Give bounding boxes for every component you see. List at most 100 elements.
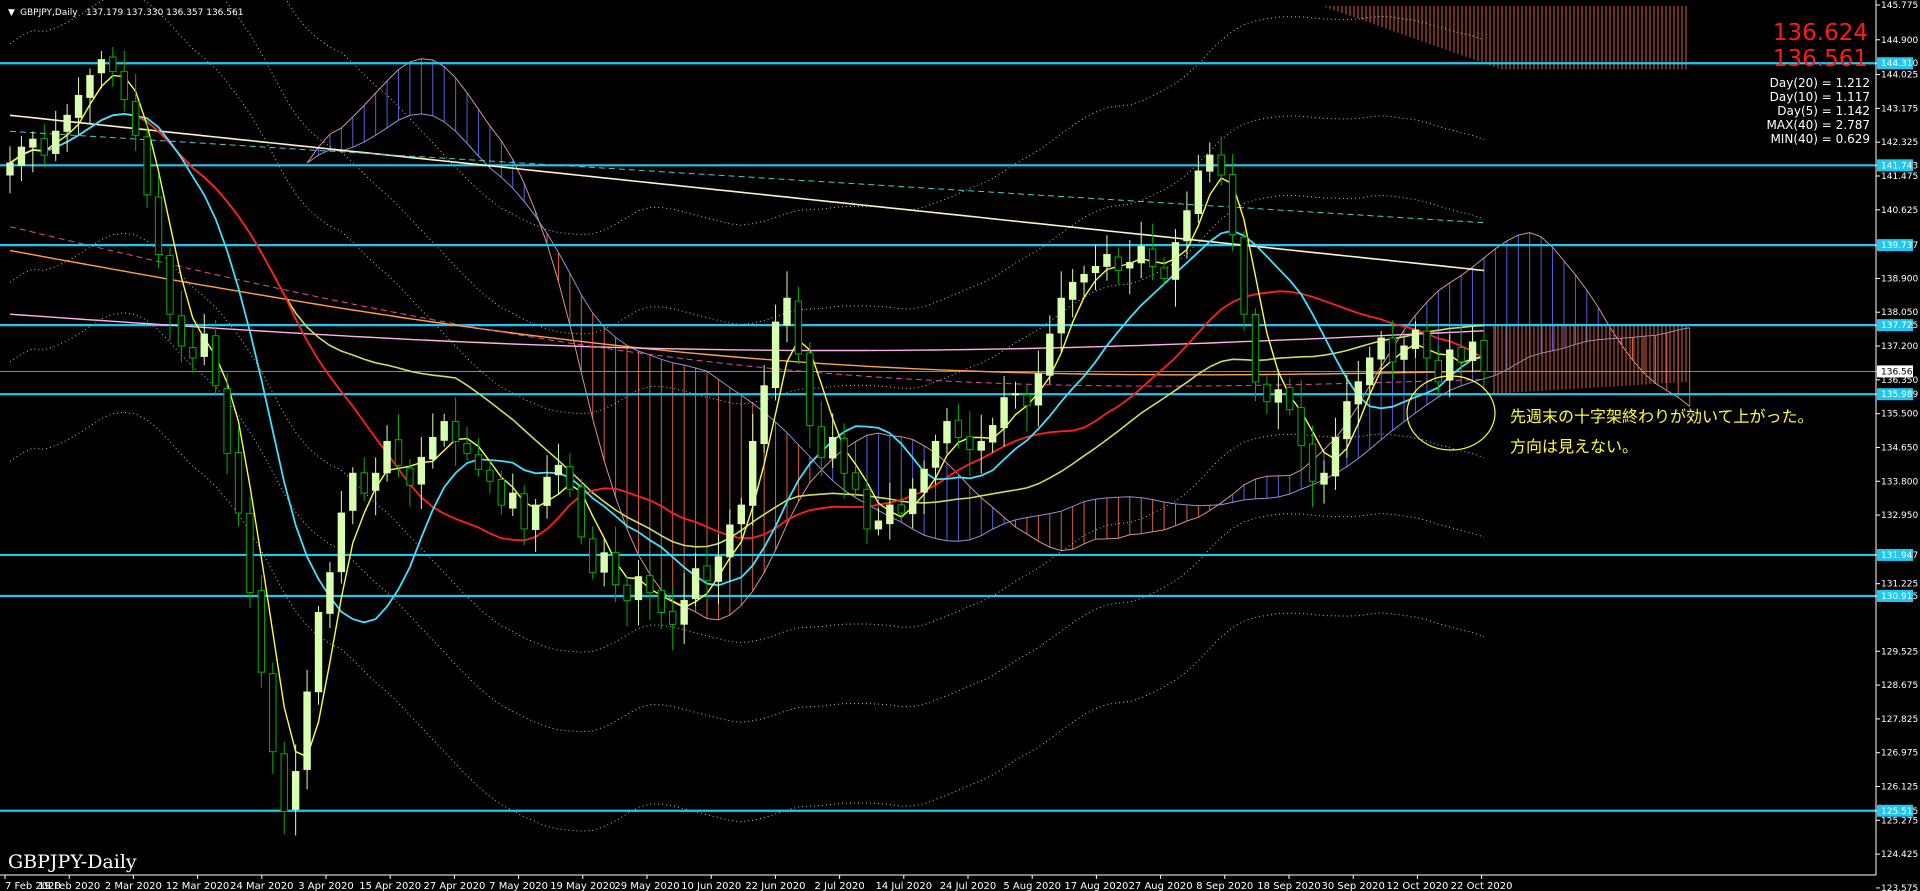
time-tick-label: 17 Aug 2020 (1064, 881, 1128, 891)
candle-bear (954, 419, 963, 438)
time-tick-label: 18 Sep 2020 (1257, 881, 1320, 891)
time-tick-label: 22 Jun 2020 (745, 881, 805, 891)
candle-bear (451, 420, 460, 442)
candle-bear (566, 466, 574, 490)
time-tick-label: 5 Aug 2020 (1003, 881, 1061, 891)
candle-bear (360, 472, 368, 494)
candle-bull (1377, 337, 1385, 360)
candle-bull (509, 492, 517, 509)
candle-bull (1080, 273, 1088, 283)
candle-bull (1320, 472, 1328, 485)
annotation-line-1: 先週末の十字架終わりが効いて上がった。 (1510, 407, 1814, 426)
candle-bear (1297, 407, 1305, 446)
price-tick-label: 135.500 (1881, 410, 1918, 420)
header-menu-arrow[interactable]: ▼ (8, 8, 15, 18)
candle-bear (806, 352, 814, 427)
candle-bull (988, 425, 997, 443)
time-tick-label: 27 Apr 2020 (423, 881, 485, 891)
candle-bear (577, 486, 586, 538)
candle-bear (246, 512, 254, 594)
candle-bear (269, 673, 277, 753)
candle-bull (200, 333, 208, 357)
candle-bear (1286, 387, 1294, 411)
candle-bull (543, 476, 551, 506)
stat-day5: Day(5) = 1.142 (1777, 104, 1870, 118)
chart-area[interactable]: 145.775 144.900 144.310 144.025 143.175 142.3… (0, 0, 1920, 891)
candle-bull (1171, 242, 1180, 280)
candle-bear (40, 138, 48, 156)
candle-bull (931, 440, 940, 468)
candle-bull (303, 691, 311, 770)
candle-bear (177, 315, 186, 347)
candle-bull (1046, 333, 1054, 376)
candle-bull (1000, 397, 1008, 429)
time-tick-label: 12 Oct 2020 (1386, 881, 1448, 891)
candle-bull (1103, 254, 1111, 267)
candle-bull (737, 504, 745, 525)
header-symbol: GBPJPY,Daily (20, 8, 78, 18)
candle-bull (760, 385, 768, 445)
price-tick-label: 141.475 (1881, 172, 1918, 182)
candle-bull (1194, 170, 1203, 214)
price-tick-label: 144.025 (1881, 71, 1918, 81)
candle-bear (794, 300, 803, 355)
time-tick-label: 8 Sep 2020 (1196, 881, 1253, 891)
price-tick-label: 130.915 (1881, 592, 1918, 602)
candle-bull (886, 504, 894, 525)
candle-bear (280, 753, 288, 812)
price-tick-label: 137.200 (1881, 342, 1918, 352)
price-tick-label: 124.425 (1881, 850, 1918, 860)
big-price-last: 136.561 (1773, 46, 1868, 72)
candle-bear (966, 436, 974, 450)
time-tick-label: 19 Feb 2020 (38, 881, 100, 891)
stat-min40: MIN(40) = 0.629 (1770, 132, 1870, 146)
candle-bull (1366, 357, 1374, 386)
chart-canvas[interactable]: 145.775 144.900 144.310 144.025 143.175 142.3… (0, 0, 1920, 891)
candle-bull (417, 456, 426, 485)
candle-bear (1423, 330, 1431, 359)
price-tick-label: 136.350 (1881, 376, 1918, 386)
time-tick-label: 14 Jul 2020 (875, 881, 932, 891)
price-tick-label: 126.975 (1881, 749, 1918, 759)
stat-day20: Day(20) = 1.212 (1770, 76, 1870, 90)
price-tick-label: 134.650 (1881, 443, 1918, 453)
candle-bear (1251, 313, 1260, 383)
candle-bear (211, 335, 220, 387)
candle-bear (497, 479, 506, 506)
price-tick-label: 125.275 (1881, 816, 1918, 826)
candle-bull (52, 130, 60, 154)
price-tick-label: 138.050 (1881, 308, 1918, 318)
time-tick-label: 27 Aug 2020 (1129, 881, 1193, 891)
candle-bull (17, 146, 26, 166)
candle-bull (749, 440, 757, 506)
candle-bear (257, 590, 266, 673)
candle-bull (314, 612, 323, 693)
price-tick-label: 144.310 (1881, 59, 1918, 69)
time-tick-label: 29 May 2020 (614, 881, 679, 891)
price-tick-label: 131.947 (1881, 551, 1918, 561)
candle-bull (783, 297, 791, 326)
candle-bull (634, 576, 643, 601)
candle-bear (120, 70, 128, 100)
price-tick-label: 131.225 (1881, 580, 1918, 590)
candle-bull (1468, 341, 1477, 362)
candle-bear (223, 387, 231, 454)
price-tick-label: 135.989 (1881, 390, 1918, 400)
price-tick-label: 127.825 (1881, 715, 1918, 725)
big-price-bid: 136.624 (1773, 20, 1868, 46)
candle-bull (429, 437, 437, 460)
candle-bull (1331, 437, 1340, 477)
candle-bull (337, 512, 346, 573)
chart-watermark: GBPJPY-Daily (8, 851, 137, 873)
candle-bull (1274, 389, 1283, 403)
annotation-line-2: 方向は見えない。 (1510, 437, 1638, 456)
time-tick-label: 2 Mar 2020 (105, 881, 162, 891)
candle-bull (63, 114, 71, 132)
candle-bear (646, 575, 654, 594)
time-tick-label: 19 May 2020 (550, 881, 615, 891)
candle-bear (131, 100, 140, 136)
candle-bull (1206, 154, 1214, 172)
candle-bear (486, 469, 494, 482)
time-tick-label: 22 Oct 2020 (1451, 881, 1513, 891)
candle-bull (1034, 373, 1043, 406)
